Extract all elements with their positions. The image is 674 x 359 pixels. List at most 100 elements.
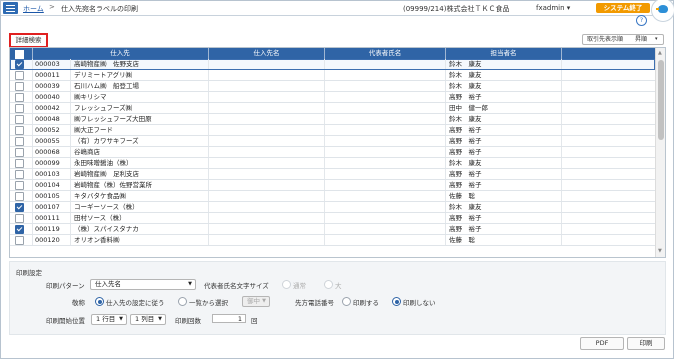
- table-row[interactable]: 000111 田村ソース（株） 高野 裕子: [10, 213, 656, 224]
- table-row[interactable]: 000039 石川ハム㈱ 船登工場 鈴木 康友: [10, 81, 656, 92]
- table-row[interactable]: 000104 岩崎物産（株）佐野営業所 高野 裕子: [10, 180, 656, 191]
- supplier-name2-cell: [209, 235, 325, 245]
- hamburger-menu-icon[interactable]: [3, 2, 18, 14]
- row-checkbox[interactable]: [15, 60, 24, 69]
- row-checkbox[interactable]: [15, 104, 24, 113]
- row-checkbox[interactable]: [15, 148, 24, 157]
- row-checkbox[interactable]: [15, 236, 24, 245]
- table-row[interactable]: 000107 コーギーソース（株） 鈴木 康友: [10, 202, 656, 213]
- supplier-name2-cell: [209, 191, 325, 201]
- row-checkbox[interactable]: [15, 192, 24, 201]
- table-row[interactable]: 000003 高崎物産㈱ 佐野支店 鈴木 康友: [10, 59, 656, 70]
- print-button[interactable]: 印刷: [627, 337, 665, 350]
- table-row[interactable]: 000040 ㈱キリシマ 高野 裕子: [10, 92, 656, 103]
- representative-cell: [325, 169, 446, 179]
- row-checkbox[interactable]: [15, 203, 24, 212]
- table-row[interactable]: 000048 ㈱フレッシュフーズ大田原 鈴木 康友: [10, 114, 656, 125]
- start-column-select[interactable]: 1 列目 ▼: [130, 314, 166, 325]
- representative-cell: [325, 136, 446, 146]
- scrollbar-thumb[interactable]: [658, 60, 664, 140]
- blank-cell: [562, 235, 656, 245]
- supplier-name2-cell: [209, 136, 325, 146]
- blank-cell: [562, 59, 656, 69]
- table-row[interactable]: 000120 オリオン香料㈱ 佐藤 聡: [10, 235, 656, 246]
- table-row[interactable]: 000055 （有）カワサキフーズ 高野 裕子: [10, 136, 656, 147]
- representative-cell: [325, 103, 446, 113]
- print-pattern-select[interactable]: 仕入先名 ▼: [90, 279, 196, 290]
- row-checkbox[interactable]: [15, 82, 24, 91]
- row-checkbox[interactable]: [15, 170, 24, 179]
- table-row[interactable]: 000068 谷嶋商店 高野 裕子: [10, 147, 656, 158]
- blank-cell: [562, 125, 656, 135]
- representative-cell: [325, 180, 446, 190]
- beak-shape: [656, 8, 659, 10]
- breadcrumb-home-link[interactable]: ホーム: [23, 4, 44, 14]
- column-header-staff[interactable]: 担当者名: [446, 48, 562, 59]
- staff-cell: 高野 裕子: [446, 213, 562, 223]
- staff-cell: 鈴木 康友: [446, 114, 562, 124]
- table-row[interactable]: 000099 永田味噌醤油（株） 鈴木 康友: [10, 158, 656, 169]
- table-row[interactable]: 000052 ㈱大正フード 高野 裕子: [10, 125, 656, 136]
- honorific-select-radio[interactable]: [178, 297, 187, 306]
- font-size-normal-radio[interactable]: [282, 280, 291, 289]
- supplier-code-cell: 000099: [32, 158, 71, 168]
- start-row-select[interactable]: 1 行目 ▼: [91, 314, 127, 325]
- print-count-input[interactable]: 1: [212, 314, 246, 323]
- scroll-up-icon[interactable]: ▲: [658, 50, 662, 56]
- table-row[interactable]: 000011 デリミートアグリ㈱ 鈴木 康友: [10, 70, 656, 81]
- phone-print-radio[interactable]: [342, 297, 351, 306]
- pdf-button[interactable]: PDF: [580, 337, 624, 350]
- sort-order-select[interactable]: 取引先表示順 昇順 ▾: [582, 34, 664, 45]
- supplier-name-cell: 岩崎物産㈱ 足利支店: [71, 169, 209, 179]
- supplier-code-cell: 000040: [32, 92, 71, 102]
- detail-search-button[interactable]: 詳細検索: [9, 33, 48, 48]
- honorific-follow-supplier-radio[interactable]: [95, 297, 104, 306]
- supplier-name-cell: コーギーソース（株）: [71, 202, 209, 212]
- column-header-supplier[interactable]: 仕入先: [32, 48, 209, 59]
- supplier-name-cell: ㈱キリシマ: [71, 92, 209, 102]
- user-menu[interactable]: fxadmin ▾: [536, 4, 570, 12]
- help-icon[interactable]: ?: [636, 15, 647, 26]
- row-checkbox[interactable]: [15, 126, 24, 135]
- table-row[interactable]: 000105 キタバタケ食品㈱ 佐藤 聡: [10, 191, 656, 202]
- column-header-representative[interactable]: 代表者氏名: [325, 48, 446, 59]
- phone-no-print-radio[interactable]: [392, 297, 401, 306]
- blank-cell: [562, 114, 656, 124]
- supplier-name2-cell: [209, 147, 325, 157]
- row-checkbox[interactable]: [15, 159, 24, 168]
- row-checkbox[interactable]: [15, 214, 24, 223]
- row-checkbox[interactable]: [15, 181, 24, 190]
- table-row[interactable]: 000042 フレッシュフーズ㈱ 田中 健一郎: [10, 103, 656, 114]
- row-checkbox[interactable]: [15, 137, 24, 146]
- table-row[interactable]: 000103 岩崎物産㈱ 足利支店 高野 裕子: [10, 169, 656, 180]
- row-checkbox[interactable]: [15, 71, 24, 80]
- supplier-name-cell: 田村ソース（株）: [71, 213, 209, 223]
- column-header-supplier-name[interactable]: 仕入先名: [209, 48, 325, 59]
- chevron-down-icon: ▼: [119, 316, 123, 322]
- font-size-large-radio[interactable]: [324, 280, 333, 289]
- row-checkbox-cell: [10, 70, 33, 80]
- avatar[interactable]: [651, 0, 674, 22]
- supplier-code-cell: 000104: [32, 180, 71, 190]
- row-checkbox-cell: [10, 147, 33, 157]
- print-count-unit: 回: [251, 317, 258, 325]
- row-checkbox[interactable]: [15, 115, 24, 124]
- row-checkbox-cell: [10, 125, 33, 135]
- staff-cell: 鈴木 康友: [446, 70, 562, 80]
- honorific-select[interactable]: 御中 ▼: [242, 296, 270, 307]
- print-pattern-value: 仕入先名: [95, 280, 121, 288]
- vertical-scrollbar[interactable]: ▲ ▼: [655, 48, 665, 257]
- table-row[interactable]: 000119 （株）スパイスタナカ 高野 裕子: [10, 224, 656, 235]
- row-checkbox-cell: [10, 114, 33, 124]
- row-checkbox[interactable]: [15, 225, 24, 234]
- supplier-code-cell: 000052: [32, 125, 71, 135]
- row-checkbox-cell: [10, 169, 33, 179]
- representative-cell: [325, 114, 446, 124]
- system-exit-button[interactable]: システム終了: [596, 3, 650, 13]
- representative-cell: [325, 191, 446, 201]
- select-all-checkbox[interactable]: [15, 50, 24, 59]
- supplier-name-cell: オリオン香料㈱: [71, 235, 209, 245]
- scroll-down-icon[interactable]: ▼: [658, 248, 662, 254]
- bird-logo-icon: [658, 5, 668, 13]
- row-checkbox[interactable]: [15, 93, 24, 102]
